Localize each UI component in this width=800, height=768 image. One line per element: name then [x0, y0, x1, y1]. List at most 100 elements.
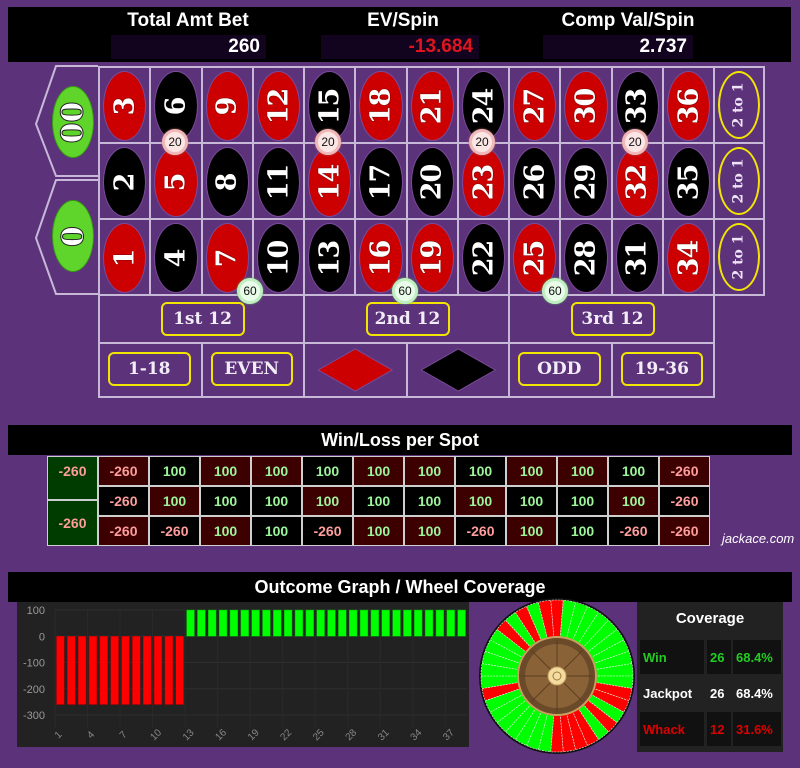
- number-22[interactable]: 22: [461, 223, 505, 293]
- dozen-cell[interactable]: 1st 12: [98, 294, 305, 344]
- number-12[interactable]: 12: [256, 71, 300, 141]
- number-20[interactable]: 20: [410, 147, 454, 217]
- dozen-cell[interactable]: 3rd 12: [508, 294, 715, 344]
- winloss-cell: 100: [251, 486, 302, 516]
- bet-chip[interactable]: 20: [162, 129, 188, 155]
- number-cell[interactable]: 31: [610, 218, 664, 296]
- number-cell[interactable]: 1: [98, 218, 152, 296]
- x-tick-label: 25: [311, 727, 327, 743]
- number-2[interactable]: 2: [103, 147, 147, 217]
- number-cell[interactable]: 17: [354, 142, 408, 220]
- outside-bet-odd[interactable]: ODD: [518, 352, 601, 386]
- number-21[interactable]: 21: [410, 71, 454, 141]
- outside-cell[interactable]: EVEN: [200, 342, 305, 398]
- number-4[interactable]: 4: [154, 223, 198, 293]
- number-14[interactable]: 14: [308, 147, 352, 217]
- number-5[interactable]: 5: [154, 147, 198, 217]
- number-36[interactable]: 36: [666, 71, 710, 141]
- outside-cell[interactable]: [405, 342, 510, 398]
- number-cell[interactable]: 20: [405, 142, 459, 220]
- number-11[interactable]: 11: [256, 147, 300, 217]
- outside-bet-even[interactable]: EVEN: [210, 352, 293, 386]
- number-cell[interactable]: 4: [149, 218, 203, 296]
- number-18[interactable]: 18: [359, 71, 403, 141]
- number-cell[interactable]: 12: [251, 66, 305, 144]
- outcome-bar: [446, 609, 455, 637]
- number-31[interactable]: 31: [615, 223, 659, 293]
- number-cell[interactable]: 34: [661, 218, 715, 296]
- number-9[interactable]: 9: [205, 71, 249, 141]
- column-bet-3[interactable]: 2 to 1: [718, 223, 760, 291]
- number-cell[interactable]: 26: [508, 142, 562, 220]
- bet-chip[interactable]: 20: [315, 129, 341, 155]
- bet-chip[interactable]: 60: [237, 278, 263, 304]
- column-bet-cell[interactable]: 2 to 1: [713, 142, 765, 220]
- number-cell[interactable]: 28: [559, 218, 613, 296]
- number-27[interactable]: 27: [513, 71, 557, 141]
- winloss-cell: 100: [455, 456, 506, 486]
- column-bet-2[interactable]: 2 to 1: [718, 147, 760, 215]
- number-cell[interactable]: 13: [303, 218, 357, 296]
- outside-cell[interactable]: 19-36: [610, 342, 715, 398]
- number-cell[interactable]: 3: [98, 66, 152, 144]
- number-cell[interactable]: 30: [559, 66, 613, 144]
- winloss-cell: 100: [200, 486, 251, 516]
- winloss-cell: 100: [557, 486, 608, 516]
- bet-chip[interactable]: 20: [622, 129, 648, 155]
- number-cell[interactable]: 8: [200, 142, 254, 220]
- number-cell[interactable]: 11: [251, 142, 305, 220]
- number-30[interactable]: 30: [564, 71, 608, 141]
- number-28[interactable]: 28: [564, 223, 608, 293]
- number-cell[interactable]: 27: [508, 66, 562, 144]
- coverage-count: 26: [707, 640, 731, 674]
- outcome-bar: [67, 636, 76, 705]
- number-13[interactable]: 13: [308, 223, 352, 293]
- outside-cell[interactable]: ODD: [508, 342, 613, 398]
- dozen-bet-2[interactable]: 2nd 12: [365, 302, 450, 336]
- outside-cell[interactable]: [303, 342, 408, 398]
- number-cell[interactable]: 21: [405, 66, 459, 144]
- brand-link[interactable]: jackace.com: [722, 531, 794, 546]
- outcome-bar: [273, 609, 282, 637]
- column-bet-cell[interactable]: 2 to 1: [713, 66, 765, 144]
- pocket-zero[interactable]: 0: [52, 200, 94, 272]
- number-26[interactable]: 26: [513, 147, 557, 217]
- dozen-bet-1[interactable]: 1st 12: [160, 302, 245, 336]
- column-bet-1[interactable]: 2 to 1: [718, 71, 760, 139]
- number-32[interactable]: 32: [615, 147, 659, 217]
- number-cell[interactable]: 22: [456, 218, 510, 296]
- number-cell[interactable]: 9: [200, 66, 254, 144]
- number-35[interactable]: 35: [666, 147, 710, 217]
- bet-chip[interactable]: 60: [392, 278, 418, 304]
- winloss-cell: 100: [353, 456, 404, 486]
- pocket-double-zero[interactable]: 00: [52, 86, 94, 158]
- bet-chip[interactable]: 60: [542, 278, 568, 304]
- number-cell[interactable]: 35: [661, 142, 715, 220]
- number-10[interactable]: 10: [256, 223, 300, 293]
- winloss-cell: -260: [659, 516, 710, 546]
- outside-bet-1-18[interactable]: 1-18: [108, 352, 191, 386]
- x-tick-label: 31: [376, 727, 392, 743]
- outside-bet-19-36[interactable]: 19-36: [620, 352, 703, 386]
- number-3[interactable]: 3: [103, 71, 147, 141]
- number-label: 22: [467, 240, 499, 276]
- number-cell[interactable]: 29: [559, 142, 613, 220]
- number-19[interactable]: 19: [410, 223, 454, 293]
- column-bet-cell[interactable]: 2 to 1: [713, 218, 765, 296]
- number-cell[interactable]: 2: [98, 142, 152, 220]
- number-cell[interactable]: 36: [661, 66, 715, 144]
- bet-chip[interactable]: 20: [469, 129, 495, 155]
- dozen-bet-3[interactable]: 3rd 12: [570, 302, 655, 336]
- winloss-zero-cell: -260: [47, 456, 98, 500]
- number-23[interactable]: 23: [461, 147, 505, 217]
- black-diamond-icon[interactable]: [408, 344, 509, 396]
- number-1[interactable]: 1: [103, 223, 147, 293]
- red-diamond-icon[interactable]: [305, 344, 406, 396]
- number-cell[interactable]: 18: [354, 66, 408, 144]
- winloss-cell: 100: [608, 456, 659, 486]
- number-29[interactable]: 29: [564, 147, 608, 217]
- number-34[interactable]: 34: [666, 223, 710, 293]
- number-8[interactable]: 8: [205, 147, 249, 217]
- outside-cell[interactable]: 1-18: [98, 342, 203, 398]
- number-17[interactable]: 17: [359, 147, 403, 217]
